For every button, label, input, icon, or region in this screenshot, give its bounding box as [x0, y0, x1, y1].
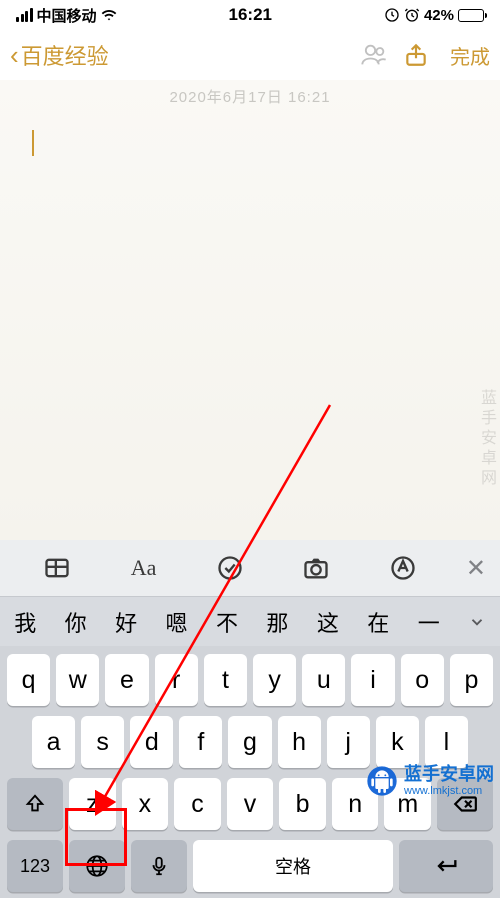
candidate[interactable]: 一	[404, 606, 454, 638]
status-time: 16:21	[117, 5, 384, 25]
key-l[interactable]: l	[425, 716, 468, 768]
signal-icon	[16, 8, 33, 22]
key-b[interactable]: b	[279, 778, 326, 830]
done-button[interactable]: 完成	[442, 41, 490, 70]
back-button[interactable]: ‹ 百度经验	[10, 39, 109, 71]
globe-key[interactable]	[69, 840, 125, 892]
candidate[interactable]: 嗯	[151, 606, 201, 638]
key-d[interactable]: d	[130, 716, 173, 768]
checklist-icon[interactable]	[187, 554, 273, 582]
battery-pct: 42%	[424, 7, 454, 24]
key-s[interactable]: s	[81, 716, 124, 768]
watermark-title: 蓝手安卓网	[404, 764, 494, 784]
key-a[interactable]: a	[32, 716, 75, 768]
candidate[interactable]: 你	[50, 606, 100, 638]
camera-icon[interactable]	[273, 554, 359, 582]
lock-icon	[384, 7, 400, 23]
key-j[interactable]: j	[327, 716, 370, 768]
text-format-button[interactable]: Aa	[100, 555, 186, 581]
key-p[interactable]: p	[450, 654, 493, 706]
alarm-icon	[404, 7, 420, 23]
collaborate-icon[interactable]	[358, 39, 390, 71]
watermark-url: www.lmkjst.com	[404, 785, 494, 797]
key-v[interactable]: v	[227, 778, 274, 830]
candidate[interactable]: 在	[353, 606, 403, 638]
candidate[interactable]: 好	[101, 606, 151, 638]
key-f[interactable]: f	[179, 716, 222, 768]
candidate-expand-button[interactable]	[454, 613, 500, 631]
key-e[interactable]: e	[105, 654, 148, 706]
carrier-label: 中国移动	[37, 5, 97, 26]
key-z[interactable]: z	[69, 778, 116, 830]
table-icon[interactable]	[14, 554, 100, 582]
watermark-text: 蓝手安卓网 www.lmkjst.com	[404, 765, 494, 797]
back-label: 百度经验	[21, 39, 109, 71]
markup-icon[interactable]	[360, 554, 446, 582]
text-cursor	[32, 130, 34, 156]
candidate[interactable]: 那	[252, 606, 302, 638]
nav-bar: ‹ 百度经验 完成	[0, 30, 500, 80]
key-r[interactable]: r	[155, 654, 198, 706]
space-key[interactable]: 空格	[193, 840, 393, 892]
ime-candidate-bar: 我 你 好 嗯 不 那 这 在 一	[0, 596, 500, 646]
key-w[interactable]: w	[56, 654, 99, 706]
key-h[interactable]: h	[278, 716, 321, 768]
key-c[interactable]: c	[174, 778, 221, 830]
chevron-left-icon: ‹	[10, 42, 19, 68]
key-u[interactable]: u	[302, 654, 345, 706]
candidate[interactable]: 我	[0, 606, 50, 638]
key-q[interactable]: q	[7, 654, 50, 706]
share-button[interactable]	[400, 39, 432, 71]
status-right: 42%	[384, 7, 484, 24]
kb-row-2: a s d f g h j k l	[4, 716, 496, 768]
candidate[interactable]: 不	[202, 606, 252, 638]
status-left: 中国移动	[16, 5, 117, 26]
key-i[interactable]: i	[351, 654, 394, 706]
note-timestamp: 2020年6月17日 16:21	[0, 80, 500, 107]
shift-key[interactable]	[7, 778, 63, 830]
key-t[interactable]: t	[204, 654, 247, 706]
status-bar: 中国移动 16:21 42%	[0, 0, 500, 30]
key-o[interactable]: o	[401, 654, 444, 706]
key-k[interactable]: k	[376, 716, 419, 768]
key-y[interactable]: y	[253, 654, 296, 706]
kb-row-bottom: 123 空格	[4, 840, 496, 892]
android-icon	[366, 765, 398, 797]
numeric-key[interactable]: 123	[7, 840, 63, 892]
kb-row-1: q w e r t y u i o p	[4, 654, 496, 706]
wifi-icon	[101, 7, 117, 23]
key-g[interactable]: g	[228, 716, 271, 768]
note-editor[interactable]: 2020年6月17日 16:21	[0, 80, 500, 540]
vertical-watermark: 蓝手安卓网	[474, 389, 498, 489]
watermark: 蓝手安卓网 www.lmkjst.com	[366, 765, 494, 797]
dictation-key[interactable]	[131, 840, 187, 892]
return-key[interactable]	[399, 840, 493, 892]
candidate[interactable]: 这	[303, 606, 353, 638]
format-toolbar: Aa ✕	[0, 540, 500, 596]
key-x[interactable]: x	[122, 778, 169, 830]
battery-icon	[458, 9, 484, 22]
dismiss-toolbar-button[interactable]: ✕	[446, 554, 486, 583]
